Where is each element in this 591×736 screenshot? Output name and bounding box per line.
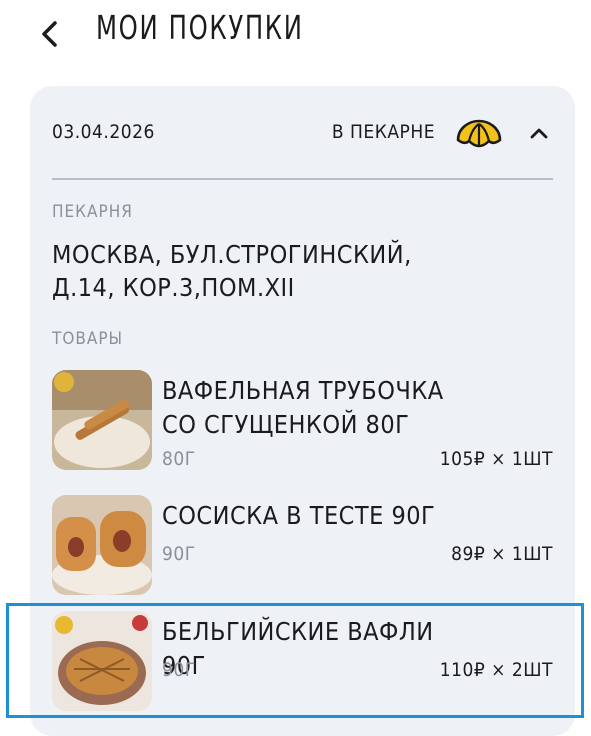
item-name: СОСИСКА В ТЕСТЕ 90Г bbox=[162, 501, 436, 530]
item-name: БЕЛЬГИЙСКИЕ ВАФЛИ 90Г bbox=[162, 617, 434, 680]
list-item[interactable]: БЕЛЬГИЙСКИЕ ВАФЛИ 90Г 90Г 110₽ × 2ШТ bbox=[52, 611, 553, 711]
chevron-left-icon bbox=[42, 21, 57, 47]
app-header: МОИ ПОКУПКИ bbox=[0, 0, 591, 70]
croissant-icon bbox=[456, 119, 502, 148]
list-item[interactable]: ВАФЕЛЬНАЯ ТРУБОЧКА СО СГУЩЕНКОЙ 80Г 80Г … bbox=[52, 370, 553, 470]
product-image bbox=[52, 495, 152, 595]
item-price: 110₽ × 2ШТ bbox=[439, 659, 553, 681]
item-name: ВАФЕЛЬНАЯ ТРУБОЧКА СО СГУЩЕНКОЙ 80Г bbox=[162, 376, 444, 439]
order-place: В ПЕКАРНЕ bbox=[331, 121, 435, 143]
item-weight: 80Г bbox=[162, 448, 196, 470]
collapse-toggle[interactable] bbox=[525, 120, 553, 146]
page-title: МОИ ПОКУПКИ bbox=[96, 8, 304, 47]
bakery-label: ПЕКАРНЯ bbox=[52, 202, 133, 222]
item-price: 105₽ × 1ШТ bbox=[439, 448, 553, 470]
order-date: 03.04.2026 bbox=[52, 121, 155, 143]
list-item[interactable]: СОСИСКА В ТЕСТЕ 90Г 90Г 89₽ × 1ШТ bbox=[52, 495, 553, 595]
goods-label: ТОВАРЫ bbox=[52, 329, 124, 349]
divider bbox=[52, 178, 553, 180]
product-image bbox=[52, 611, 152, 711]
item-weight: 90Г bbox=[162, 543, 196, 565]
bakery-address: МОСКВА, БУЛ.СТРОГИНСКИЙ, Д.14, КОР.3,ПОМ… bbox=[52, 240, 412, 302]
product-image bbox=[52, 370, 152, 470]
order-card: 03.04.2026 В ПЕКАРНЕ ПЕКАРНЯ МОСКВА, БУЛ… bbox=[30, 86, 575, 736]
item-weight: 90Г bbox=[162, 659, 196, 681]
chevron-up-icon bbox=[530, 128, 548, 139]
back-button[interactable] bbox=[30, 14, 70, 54]
item-price: 89₽ × 1ШТ bbox=[451, 543, 553, 565]
order-header[interactable]: 03.04.2026 В ПЕКАРНЕ bbox=[52, 116, 553, 150]
